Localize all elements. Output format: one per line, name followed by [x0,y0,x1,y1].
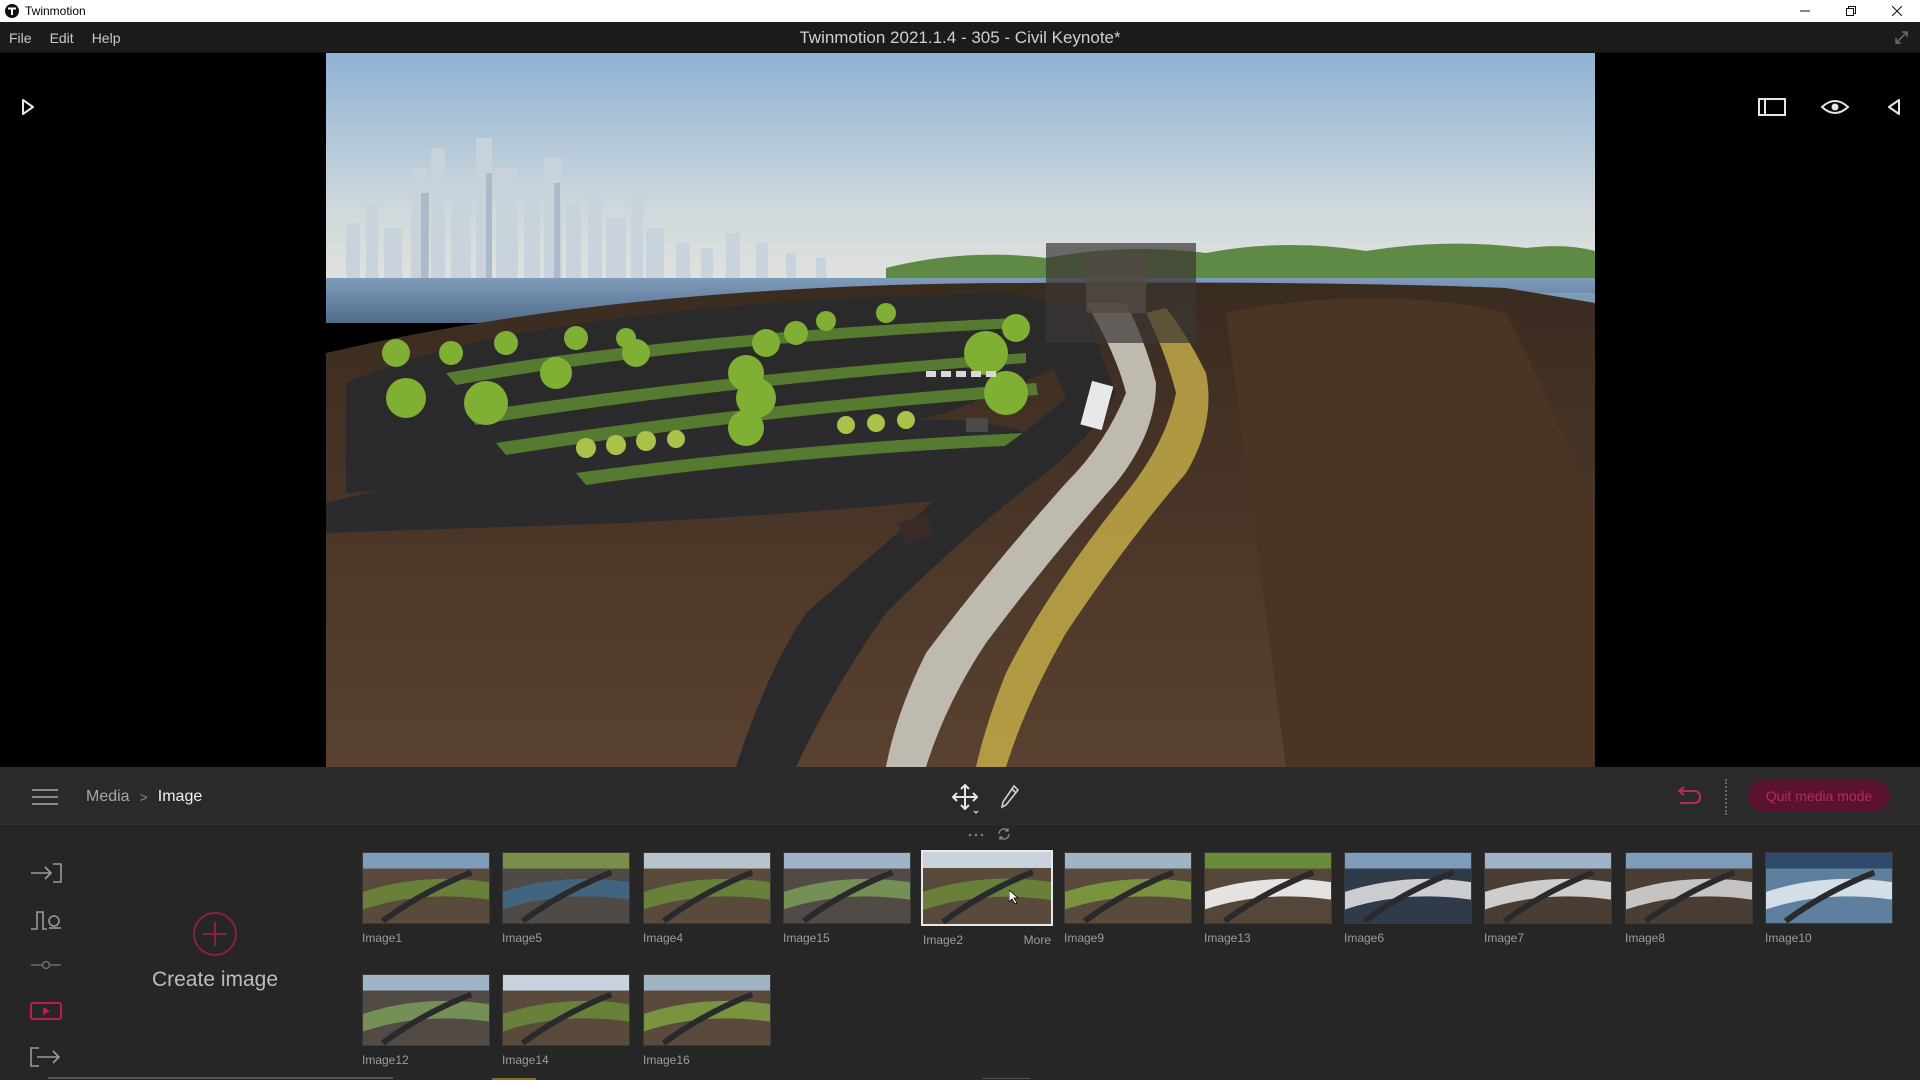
add-circle-icon [193,912,237,956]
thumbnail-image[interactable] [1344,852,1472,924]
menu-edit[interactable]: Edit [41,30,83,46]
close-icon [1892,6,1902,16]
aspect-frame-icon[interactable] [1757,97,1787,117]
breadcrumb-separator: > [139,789,148,805]
thumbnail-image[interactable] [502,852,630,924]
thumbnail-label: Image9 [1064,931,1105,945]
thumbnail-item[interactable]: Image13 [1204,852,1332,945]
import-icon[interactable] [28,859,64,887]
close-button[interactable] [1874,0,1920,22]
thumbnail-label: Image14 [502,1053,549,1067]
restore-icon [1846,6,1856,16]
window-title: Twinmotion [25,4,86,18]
mouse-cursor-icon [1008,889,1020,905]
thumbnail-item[interactable]: Image14 [502,974,630,1067]
menu-help[interactable]: Help [83,30,130,46]
thumbnail-item[interactable]: Image7 [1484,852,1612,945]
eyedropper-icon[interactable] [998,783,1022,811]
thumbnail-image[interactable] [643,974,771,1046]
thumbnail-image[interactable] [1204,852,1332,924]
more-dots-icon[interactable] [966,830,986,840]
thumbnail-label: Image8 [1625,931,1666,945]
window-titlebar: Twinmotion [0,0,1920,22]
thumbnail-label: Image10 [1765,931,1812,945]
thumbnail-label: Image5 [502,931,543,945]
create-image-button[interactable]: Create image [140,911,290,1001]
menu-bar: File Edit Help Twinmotion 2021.1.4 - 305… [0,22,1920,53]
render-view[interactable] [326,53,1595,767]
thumbnail-label: Image6 [1344,931,1385,945]
thumbnail-label: Image15 [783,931,830,945]
thumbnail-label: Image12 [362,1053,409,1067]
move-gizmo-icon[interactable] [950,782,980,814]
scroll-indicator-secondary [982,1078,1030,1079]
side-toolbar [0,827,95,1080]
thumbnail-label: Image13 [1204,931,1251,945]
expand-icon[interactable] [1893,29,1910,46]
scene-render [326,53,1595,767]
scrollbar-track[interactable] [48,1077,393,1079]
thumbnail-item[interactable]: Image10 [1765,852,1893,945]
thumbnail-image[interactable] [643,852,771,924]
thumbnail-label: Image7 [1484,931,1525,945]
thumbnail-label: Image16 [643,1053,690,1067]
media-panel: Create image Image1 Image5 Image4 Image15 Im… [0,827,1920,1080]
thumbnail-item[interactable]: Image8 [1625,852,1753,945]
thumbnail-image[interactable] [502,974,630,1046]
restore-button[interactable] [1828,0,1874,22]
hamburger-menu-icon[interactable] [30,785,60,809]
create-image-label: Create image [151,968,279,991]
thumbnail-image[interactable] [1484,852,1612,924]
context-icon[interactable] [28,906,64,934]
thumbnail-image[interactable] [921,850,1053,926]
menu-file[interactable]: File [0,30,41,46]
thumbnail-image[interactable] [783,852,911,924]
thumbnail-image[interactable] [362,852,490,924]
refresh-icon[interactable] [996,826,1012,842]
thumbnail-item[interactable]: Image2 More [921,850,1053,947]
minimize-icon [1800,10,1810,12]
thumbnail-item[interactable]: Image15 [783,852,911,945]
quit-media-mode-button[interactable]: Quit media mode [1748,780,1890,812]
thumbnail-image[interactable] [1625,852,1753,924]
header-separator [1725,779,1727,815]
viewport[interactable] [0,53,1920,767]
thumbnail-item[interactable]: Image6 [1344,852,1472,945]
breadcrumb: Media > Image [86,767,202,827]
scroll-controls [966,827,1016,843]
thumbnail-item[interactable]: Image12 [362,974,490,1067]
minimize-button[interactable] [1782,0,1828,22]
thumbnail-image[interactable] [362,974,490,1046]
thumbnail-item[interactable]: Image1 [362,852,490,945]
thumbnail-label: Image4 [643,931,684,945]
thumbnail-image[interactable] [1765,852,1893,924]
media-panel-header: Media > Image Quit media mode [0,767,1920,827]
configure-icon[interactable] [28,951,64,979]
undo-icon[interactable] [1672,785,1702,809]
project-title: Twinmotion 2021.1.4 - 305 - Civil Keynot… [799,28,1121,47]
thumbnail-item[interactable]: Image4 [643,852,771,945]
thumbnail-item[interactable]: Image16 [643,974,771,1067]
thumbnail-image[interactable] [1064,852,1192,924]
more-button[interactable]: More [1024,933,1051,947]
play-right-icon[interactable] [18,97,38,117]
thumbnail-item[interactable]: Image9 [1064,852,1192,945]
twinmotion-logo-icon [5,4,19,18]
collapse-left-icon[interactable] [1884,97,1904,117]
media-icon[interactable] [28,997,64,1025]
breadcrumb-current: Image [157,788,203,805]
thumbnail-label: Image1 [362,931,403,945]
export-icon[interactable] [28,1043,64,1071]
eye-icon[interactable] [1820,97,1850,117]
thumbnail-item[interactable]: Image5 [502,852,630,945]
breadcrumb-media[interactable]: Media [86,788,130,806]
